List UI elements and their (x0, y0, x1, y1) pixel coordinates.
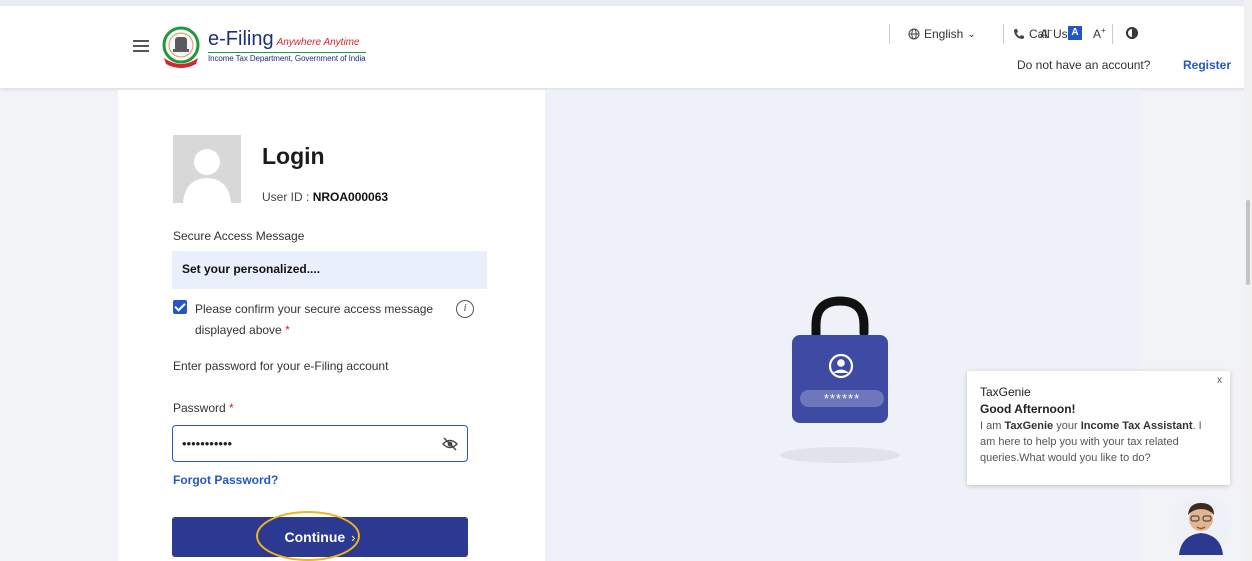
logo-subtitle: Income Tax Department, Government of Ind… (208, 52, 366, 63)
chat-popup: x TaxGenie Good Afternoon! I am TaxGenie… (967, 371, 1230, 485)
emblem-logo (162, 26, 200, 68)
page-title: Login (262, 143, 325, 169)
required-marker: * (285, 323, 290, 337)
confirm-checkbox[interactable] (173, 300, 187, 314)
secure-access-message: Set your personalized.... (172, 251, 487, 289)
logo-tagline: Anywhere Anytime (276, 37, 360, 48)
lock-password-mask: ****** (824, 391, 860, 406)
chevron-down-icon: ⌄ (967, 28, 976, 40)
secure-access-label: Secure Access Message (173, 229, 305, 243)
confirm-text: Please confirm your secure access messag… (195, 302, 434, 337)
password-field[interactable] (172, 425, 468, 462)
password-label-text: Password (173, 401, 226, 415)
header-divider (1003, 24, 1004, 44)
account-prompt: Do not have an account? (1017, 58, 1151, 72)
info-icon[interactable]: i (456, 300, 474, 318)
chat-body-mid: your (1053, 420, 1081, 432)
assistant-role: Income Tax Assistant (1080, 420, 1193, 432)
confirm-label: Please confirm your secure access messag… (195, 299, 455, 341)
chat-message: I am TaxGenie your Income Tax Assistant.… (980, 418, 1218, 466)
language-label: English (924, 27, 964, 41)
user-id: User ID : NROA000063 (262, 190, 388, 204)
continue-button[interactable]: Continue › (172, 517, 468, 557)
forgot-password-link[interactable]: Forgot Password? (173, 473, 278, 487)
register-link[interactable]: Register (1183, 58, 1231, 72)
logo-title: e-Filing Anywhere Anytime (208, 28, 360, 51)
globe-icon (908, 28, 920, 40)
site-header: e-Filing Anywhere Anytime Income Tax Depa… (0, 6, 1252, 88)
user-id-label: User ID : (262, 190, 310, 204)
font-normal-button[interactable]: A (1068, 26, 1082, 40)
font-decrease-button[interactable]: A− (1040, 26, 1053, 41)
password-label: Password * (173, 401, 234, 415)
chat-body-prefix: I am (980, 420, 1005, 432)
logo-title-text: e-Filing (208, 28, 274, 50)
chat-title: TaxGenie (980, 385, 1031, 399)
required-marker: * (229, 401, 234, 415)
scrollbar-thumb[interactable] (1246, 200, 1250, 285)
font-increase-button[interactable]: A+ (1093, 26, 1106, 41)
header-divider (889, 24, 890, 44)
eye-slash-icon[interactable] (442, 436, 458, 452)
chevron-right-icon: › (351, 530, 356, 545)
continue-label: Continue (284, 529, 346, 545)
contrast-icon[interactable] (1126, 27, 1138, 39)
chat-greeting: Good Afternoon! (980, 402, 1076, 416)
lock-shadow (780, 447, 900, 463)
assistant-name: TaxGenie (1004, 420, 1054, 432)
avatar (173, 135, 241, 203)
password-instruction: Enter password for your e-Filing account (173, 359, 389, 373)
chat-avatar-icon[interactable] (1171, 495, 1231, 555)
lock-icon: ****** (792, 296, 888, 423)
phone-icon (1014, 29, 1024, 39)
close-icon[interactable]: x (1217, 375, 1222, 386)
language-dropdown[interactable]: English ⌄ (908, 27, 976, 41)
hamburger-icon[interactable] (133, 40, 149, 52)
user-id-value: NROA000063 (312, 190, 389, 204)
header-divider (1112, 24, 1113, 44)
